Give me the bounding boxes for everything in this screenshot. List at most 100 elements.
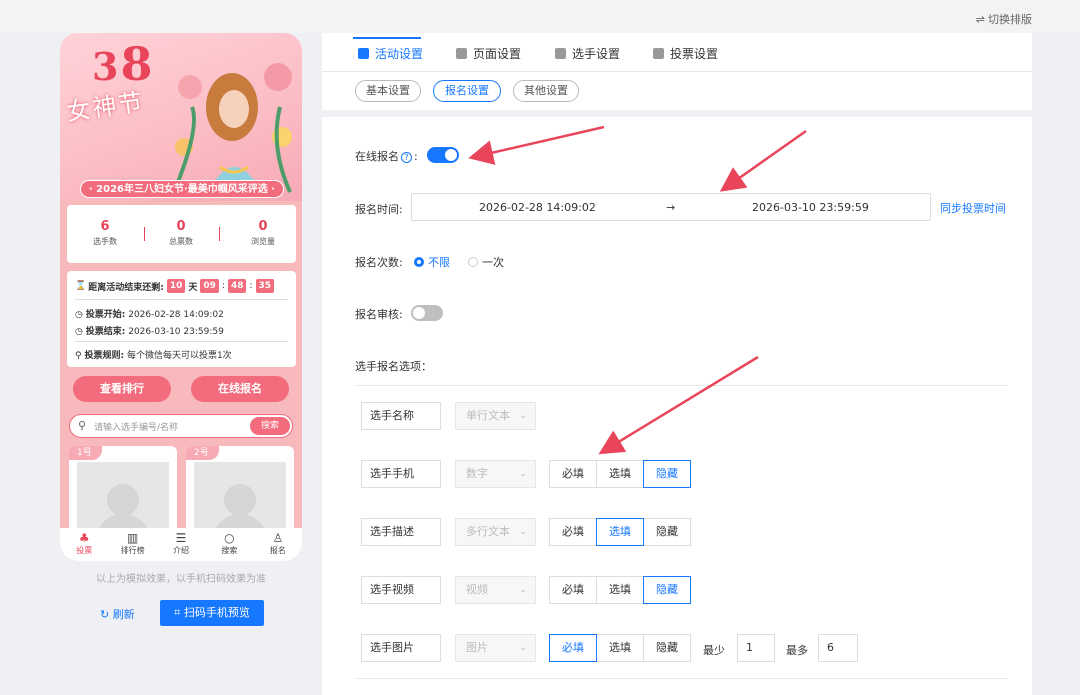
tab-signup[interactable]: ♙ 报名 — [254, 528, 302, 561]
divider — [355, 678, 1008, 679]
document-icon: ☰ — [175, 531, 187, 545]
activity-title: · 2026年三八妇女节·最美巾帼风采评选 · — [80, 180, 284, 198]
optional-option[interactable]: 选填 — [596, 634, 644, 662]
divider — [144, 227, 145, 241]
tab-vote[interactable]: ♣ 投票 — [60, 528, 108, 561]
search-icon: ⚲ — [78, 419, 87, 432]
player-photo — [77, 462, 169, 536]
chevron-down-icon: ⌄ — [519, 469, 527, 479]
chart-icon: ▥ — [126, 531, 139, 545]
max-label: 最多 — [786, 644, 808, 657]
sync-vote-time-link[interactable]: 同步投票时间 — [940, 200, 1006, 216]
vote-icon — [653, 48, 664, 59]
field-type-select: 单行文本 ⌄ — [455, 402, 536, 430]
vote-rule: ⚲ 投票规则: 每个微信每天可以投票1次 — [75, 351, 232, 361]
clock-icon: ◷ — [75, 327, 83, 337]
online-signup-button[interactable]: 在线报名 — [191, 376, 289, 402]
preview-hint: 以上为模拟效果，以手机扫码效果为准 — [96, 574, 266, 585]
hidden-option[interactable]: 隐藏 — [643, 518, 691, 546]
optional-option[interactable]: 选填 — [596, 576, 644, 604]
help-icon[interactable]: ? — [401, 152, 412, 163]
refresh-icon: ↻ — [100, 608, 110, 621]
search-button[interactable]: 搜索 — [250, 417, 290, 435]
scan-preview-button[interactable]: ⌗ 扫码手机预览 — [160, 600, 264, 626]
tab-rank[interactable]: ▥ 排行榜 — [108, 528, 156, 561]
min-count-input[interactable]: 1 — [737, 634, 775, 662]
top-bar: ⇌ 切换排版 — [0, 0, 1080, 33]
swap-icon: ⇌ — [975, 13, 985, 26]
tab-activity-settings[interactable]: 活动设置 — [358, 45, 423, 62]
field-type-select: 多行文本 ⌄ — [455, 518, 536, 546]
hidden-option[interactable]: 隐藏 — [643, 634, 691, 662]
settings-header: 活动设置 页面设置 选手设置 投票设置 基本设置 报名设置 其他设置 — [322, 33, 1032, 110]
refresh-button[interactable]: ↻ 刷新 — [100, 606, 135, 622]
required-option[interactable]: 必填 — [549, 634, 597, 662]
hidden-option[interactable]: 隐藏 — [643, 576, 691, 604]
optional-option[interactable]: 选填 — [596, 518, 644, 546]
divider — [75, 299, 288, 300]
required-option[interactable]: 必填 — [549, 460, 597, 488]
start-date[interactable]: 2026-02-28 14:09:02 — [479, 201, 596, 214]
info-panel: ⌛ 距离活动结束还剩: 10 天 09:48:35 ◷ 投票开始: 2026-02… — [67, 271, 296, 367]
count-once-radio[interactable]: 一次 — [468, 254, 504, 270]
end-date[interactable]: 2026-03-10 23:59:59 — [752, 201, 869, 214]
field-name-input[interactable]: 选手描述 — [361, 518, 441, 546]
stat-votes: 0 总票数 — [169, 219, 193, 246]
range-arrow: → — [666, 201, 676, 214]
required-option[interactable]: 必填 — [549, 518, 597, 546]
optional-option[interactable]: 选填 — [596, 460, 644, 488]
switch-layout-button[interactable]: ⇌ 切换排版 — [976, 11, 1032, 27]
player-card[interactable]: 2号 — [186, 446, 294, 536]
divider — [322, 71, 1032, 72]
count-unlimited-radio[interactable]: 不限 — [414, 254, 450, 270]
hidden-option[interactable]: 隐藏 — [643, 460, 691, 488]
tab-page-settings[interactable]: 页面设置 — [456, 45, 521, 62]
radio-icon — [468, 257, 478, 267]
tab-vote-settings[interactable]: 投票设置 — [653, 45, 718, 62]
field-name-input[interactable]: 选手视频 — [361, 576, 441, 604]
location-icon: ⚲ — [75, 351, 82, 361]
vote-start: ◷ 投票开始: 2026-02-28 14:09:02 — [75, 310, 224, 320]
chevron-down-icon: ⌄ — [519, 411, 527, 421]
player-photo — [194, 462, 286, 536]
tab-intro[interactable]: ☰ 介绍 — [157, 528, 205, 561]
search-input[interactable]: 请输入选手编号/名称 — [94, 420, 178, 433]
stat-players: 6 选手数 — [93, 219, 117, 246]
field-name-input[interactable]: 选手手机 — [361, 460, 441, 488]
chevron-down-icon: ⌄ — [519, 527, 527, 537]
view-rank-button[interactable]: 查看排行 — [73, 376, 171, 402]
signup-count-label: 报名次数: — [355, 256, 403, 269]
signup-time-range[interactable]: 2026-02-28 14:09:02 → 2026-03-10 23:59:5… — [411, 193, 931, 221]
subtab-signup[interactable]: 报名设置 — [433, 80, 501, 102]
tab-search[interactable]: ○ 搜索 — [205, 528, 253, 561]
field-requirement-group: 必填 选填 隐藏 — [549, 518, 691, 546]
tab-player-settings[interactable]: 选手设置 — [555, 45, 620, 62]
signup-review-toggle[interactable] — [411, 305, 443, 321]
field-requirement-group: 必填 选填 隐藏 — [549, 634, 691, 662]
field-requirement-group: 必填 选填 隐藏 — [549, 460, 691, 488]
countdown: ⌛ 距离活动结束还剩: 10 天 09:48:35 — [75, 279, 275, 293]
subtab-other[interactable]: 其他设置 — [513, 80, 579, 102]
user-icon: ♙ — [272, 531, 284, 545]
min-label: 最少 — [703, 644, 725, 657]
field-name-input[interactable]: 选手图片 — [361, 634, 441, 662]
required-option[interactable]: 必填 — [549, 576, 597, 604]
search-icon: ○ — [224, 531, 235, 545]
max-count-input[interactable]: 6 — [818, 634, 858, 662]
phone-search[interactable]: ⚲ 请输入选手编号/名称 搜索 — [69, 414, 293, 438]
banner-illustration — [174, 63, 292, 197]
hourglass-icon: ⌛ — [75, 281, 87, 291]
field-name-input[interactable]: 选手名称 — [361, 402, 441, 430]
divider — [355, 385, 1008, 386]
subtab-basic[interactable]: 基本设置 — [355, 80, 421, 102]
phone-tabbar: ♣ 投票 ▥ 排行榜 ☰ 介绍 ○ 搜索 ♙ 报名 — [60, 528, 302, 561]
scan-icon: ⌗ — [174, 606, 181, 619]
radio-checked-icon — [414, 257, 424, 267]
banner-title-logo: 女神节 — [64, 87, 146, 127]
divider — [219, 227, 220, 241]
divider — [75, 341, 288, 342]
player-card[interactable]: 1号 — [69, 446, 177, 536]
online-signup-toggle[interactable] — [427, 147, 459, 163]
player-number: 2号 — [186, 446, 219, 460]
signup-review-label: 报名审核: — [355, 308, 403, 321]
